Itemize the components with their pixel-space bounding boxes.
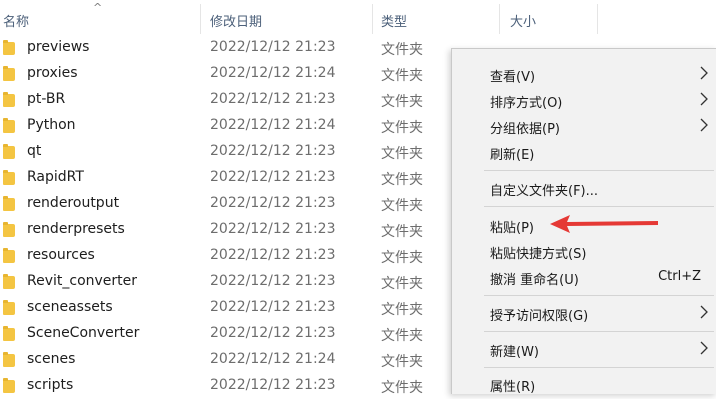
file-type: 文件夹 [381, 224, 423, 240]
menu-separator [484, 206, 714, 207]
file-type: 文件夹 [381, 120, 423, 136]
folder-icon [3, 248, 15, 263]
menu-item-label: 属性(R) [490, 380, 536, 395]
file-type: 文件夹 [381, 354, 423, 370]
chevron-right-icon [700, 92, 708, 106]
folder-icon [3, 274, 15, 289]
menu-item-label: 排序方式(O) [490, 96, 563, 111]
chevron-right-icon [700, 341, 708, 355]
menu-separator [484, 331, 714, 332]
file-date: 2022/12/12 21:23 [210, 273, 336, 289]
file-name[interactable]: Revit_converter [27, 273, 137, 289]
folder-icon [3, 170, 15, 185]
menu-item-label: 粘贴快捷方式(S) [490, 247, 587, 262]
menu-item-sort[interactable]: 排序方式(O) [452, 87, 716, 113]
menu-item-properties[interactable]: 属性(R) [452, 371, 716, 397]
column-divider[interactable] [499, 4, 500, 34]
sort-ascending-icon: ^ [93, 1, 103, 14]
column-header-size[interactable]: 大小 [510, 11, 536, 30]
file-type: 文件夹 [381, 328, 423, 344]
file-date: 2022/12/12 21:23 [210, 221, 336, 237]
column-header: ^ 名称 修改日期 类型 大小 [0, 0, 716, 36]
file-name[interactable]: SceneConverter [27, 325, 139, 341]
folder-icon [3, 144, 15, 159]
folder-icon [3, 300, 15, 315]
folder-icon [3, 40, 15, 55]
file-name[interactable]: scenes [27, 351, 75, 367]
menu-item-label: 撤消 重命名(U) [490, 273, 579, 288]
menu-item-label: 查看(V) [490, 70, 536, 85]
file-type: 文件夹 [381, 276, 423, 292]
column-divider[interactable] [372, 4, 373, 34]
file-type: 文件夹 [381, 68, 423, 84]
column-divider[interactable] [597, 4, 598, 34]
column-header-type[interactable]: 类型 [381, 11, 407, 30]
file-name[interactable]: scripts [27, 377, 73, 393]
menu-item-grant-access[interactable]: 授予访问权限(G) [452, 300, 716, 326]
menu-item-undo-rename[interactable]: 撤消 重命名(U) Ctrl+Z [452, 264, 716, 290]
folder-icon [3, 326, 15, 341]
file-name[interactable]: RapidRT [27, 169, 84, 185]
menu-item-label: 刷新(E) [490, 148, 535, 163]
file-name[interactable]: renderoutput [27, 195, 119, 211]
menu-item-group[interactable]: 分组依据(P) [452, 113, 716, 139]
folder-icon [3, 92, 15, 107]
file-name[interactable]: sceneassets [27, 299, 113, 315]
file-date: 2022/12/12 21:23 [210, 39, 336, 55]
file-date: 2022/12/12 21:23 [210, 91, 336, 107]
chevron-right-icon [700, 305, 708, 319]
file-name[interactable]: proxies [27, 65, 78, 81]
menu-item-customize-folder[interactable]: 自定义文件夹(F)... [452, 175, 716, 201]
folder-icon [3, 118, 15, 133]
menu-item-label: 授予访问权限(G) [490, 309, 589, 324]
keyboard-shortcut: Ctrl+Z [658, 269, 701, 284]
menu-item-label: 新建(W) [490, 345, 539, 360]
file-type: 文件夹 [381, 198, 423, 214]
red-arrow-annotation [550, 215, 658, 233]
file-date: 2022/12/12 21:23 [210, 169, 336, 185]
file-name[interactable]: renderpresets [27, 221, 125, 237]
column-divider[interactable] [200, 4, 201, 34]
menu-item-label: 分组依据(P) [490, 122, 560, 137]
file-type: 文件夹 [381, 146, 423, 162]
file-name[interactable]: pt-BR [27, 91, 65, 107]
menu-item-label: 粘贴(P) [490, 221, 534, 236]
chevron-right-icon [700, 66, 708, 80]
menu-item-refresh[interactable]: 刷新(E) [452, 139, 716, 165]
file-type: 文件夹 [381, 302, 423, 318]
file-date: 2022/12/12 21:24 [210, 117, 336, 133]
menu-item-label: 自定义文件夹(F)... [490, 184, 599, 199]
file-name[interactable]: previews [27, 39, 89, 55]
file-date: 2022/12/12 21:23 [210, 247, 336, 263]
file-type: 文件夹 [381, 380, 423, 396]
file-date: 2022/12/12 21:23 [210, 195, 336, 211]
menu-separator [484, 367, 714, 368]
menu-item-new[interactable]: 新建(W) [452, 336, 716, 362]
file-date: 2022/12/12 21:23 [210, 143, 336, 159]
menu-item-view[interactable]: 查看(V) [452, 61, 716, 87]
file-date: 2022/12/12 21:23 [210, 325, 336, 341]
folder-icon [3, 222, 15, 237]
file-type: 文件夹 [381, 250, 423, 266]
file-name[interactable]: Python [27, 117, 76, 133]
folder-icon [3, 196, 15, 211]
folder-icon [3, 378, 15, 393]
file-date: 2022/12/12 21:23 [210, 377, 336, 393]
chevron-right-icon [700, 118, 708, 132]
column-header-date[interactable]: 修改日期 [210, 11, 262, 30]
file-name[interactable]: resources [27, 247, 95, 263]
file-name[interactable]: qt [27, 143, 41, 159]
file-type: 文件夹 [381, 94, 423, 110]
folder-icon [3, 66, 15, 81]
folder-icon [3, 352, 15, 367]
file-date: 2022/12/12 21:23 [210, 299, 336, 315]
file-date: 2022/12/12 21:24 [210, 351, 336, 367]
file-type: 文件夹 [381, 42, 423, 58]
menu-item-paste-shortcut[interactable]: 粘贴快捷方式(S) [452, 238, 716, 264]
menu-separator [484, 295, 714, 296]
menu-separator [484, 170, 714, 171]
file-type: 文件夹 [381, 172, 423, 188]
file-date: 2022/12/12 21:24 [210, 65, 336, 81]
column-header-name[interactable]: 名称 [3, 11, 29, 30]
